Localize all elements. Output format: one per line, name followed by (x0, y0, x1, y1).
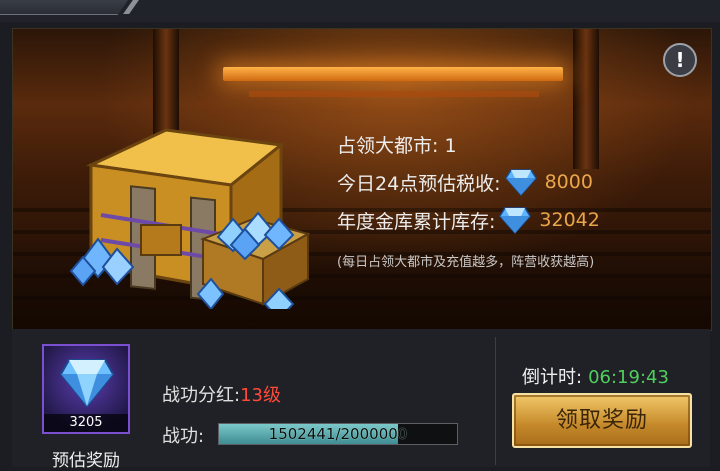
section-divider (495, 337, 496, 465)
vault-value: 32042 (539, 209, 600, 231)
cities-row: 占领大都市: 1 (337, 125, 707, 163)
treasury-note: (每日占领大都市及充值越多，阵营收获越高) (337, 255, 595, 270)
bonus-level: 13级 (240, 385, 281, 406)
reward-card[interactable]: 3205 (42, 344, 130, 434)
hall-light-beam (223, 67, 563, 81)
countdown-time: 06:19:43 (588, 367, 669, 388)
treasure-chest-icon (69, 128, 311, 309)
reward-label: 预估奖励 (52, 451, 120, 471)
treasury-info: 占领大都市: 1 今日24点预估税收: 8000 年度金库累计库存: 32042… (337, 125, 707, 271)
merit-label: 战功: (162, 426, 205, 447)
merit-progress-bar: 1502441/2000000 (218, 423, 458, 445)
bonus-line: 战功分红:13级 (162, 381, 281, 407)
info-button[interactable]: ! (663, 43, 697, 77)
treasury-panel: ! 占领大都市: 1 今日24点预估税收: 8000 年度金库累计库存: 320… (12, 28, 712, 331)
bonus-label: 战功分红: (162, 385, 241, 406)
tax-label: 今日24点预估税收: (337, 172, 501, 195)
diamond-icon (504, 169, 537, 196)
reward-count: 3205 (44, 414, 128, 432)
diamond-icon (59, 359, 115, 408)
diamond-icon (499, 207, 532, 234)
top-strip (0, 0, 720, 22)
tax-value: 8000 (544, 171, 593, 193)
reward-section: 3205 预估奖励 战功分红:13级 战功: 1502441/2000000 倒… (12, 329, 710, 471)
countdown-label: 倒计时: (522, 367, 583, 388)
vault-label: 年度金库累计库存: (337, 210, 496, 233)
merit-progress-text: 1502441/2000000 (268, 425, 408, 443)
countdown: 倒计时: 06:19:43 (522, 363, 669, 389)
claim-reward-button[interactable]: 领取奖励 (512, 393, 692, 448)
top-tab[interactable] (0, 0, 128, 15)
tax-row: 今日24点预估税收: 8000 (337, 163, 707, 201)
exclamation-icon: ! (675, 48, 685, 72)
vault-row: 年度金库累计库存: 32042 (337, 201, 707, 239)
cities-label: 占领大都市: 1 (337, 134, 457, 157)
